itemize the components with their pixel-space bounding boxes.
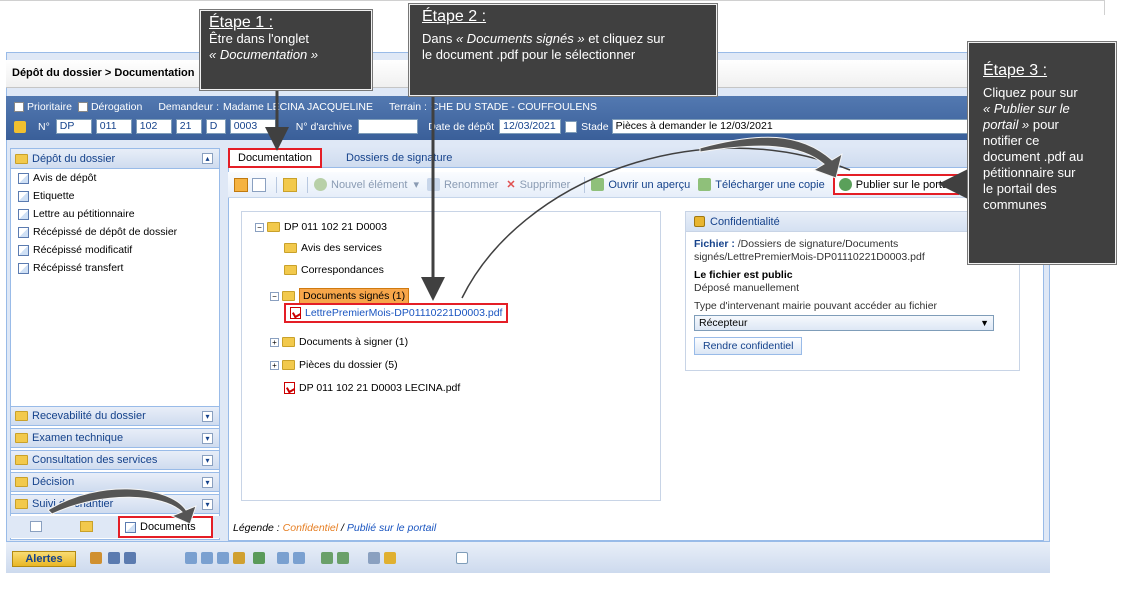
step3-line5: document .pdf au bbox=[983, 149, 1084, 164]
step3-line6: pétitionnaire sur bbox=[983, 165, 1076, 180]
step2-line2: le document .pdf pour le sélectionner bbox=[422, 47, 636, 62]
step3-line8: communes bbox=[983, 197, 1047, 212]
step3-line3: portail » pour bbox=[983, 117, 1101, 133]
step3-line2: « Publier sur le bbox=[983, 101, 1070, 116]
step3-line4: notifier ce bbox=[983, 133, 1040, 148]
step3-line3-italic: portail » bbox=[983, 117, 1030, 132]
step1-line2: « Documentation » bbox=[209, 47, 319, 62]
step2-italic: « Documents signés » bbox=[455, 31, 585, 46]
step2-pre: Dans bbox=[422, 31, 456, 46]
step3-line7: le portail des bbox=[983, 181, 1057, 196]
curve-to-publish bbox=[461, 147, 851, 299]
step3-title: Étape 3 : bbox=[983, 62, 1048, 79]
step2-title: Étape 2 : bbox=[422, 8, 487, 25]
step1-title: Étape 1 : bbox=[209, 14, 274, 31]
step2-line1: Dans « Documents signés » et cliquez sur bbox=[422, 31, 704, 47]
callout-step-3: Étape 3 : Cliquez pour sur « Publier sur… bbox=[967, 41, 1117, 265]
arrow-to-publish bbox=[699, 136, 843, 179]
step1-line1: Être dans l'onglet bbox=[209, 31, 310, 46]
step3-line3-rest: pour bbox=[1029, 117, 1059, 132]
step3-line1: Cliquez pour sur bbox=[983, 85, 1078, 100]
callout-step-2: Étape 2 : Dans « Documents signés » et c… bbox=[408, 3, 718, 97]
step2-post: et cliquez sur bbox=[584, 31, 665, 46]
callout-step-1: Étape 1 : Être dans l'onglet « Documenta… bbox=[199, 9, 373, 91]
arrow-to-documents bbox=[47, 488, 197, 525]
